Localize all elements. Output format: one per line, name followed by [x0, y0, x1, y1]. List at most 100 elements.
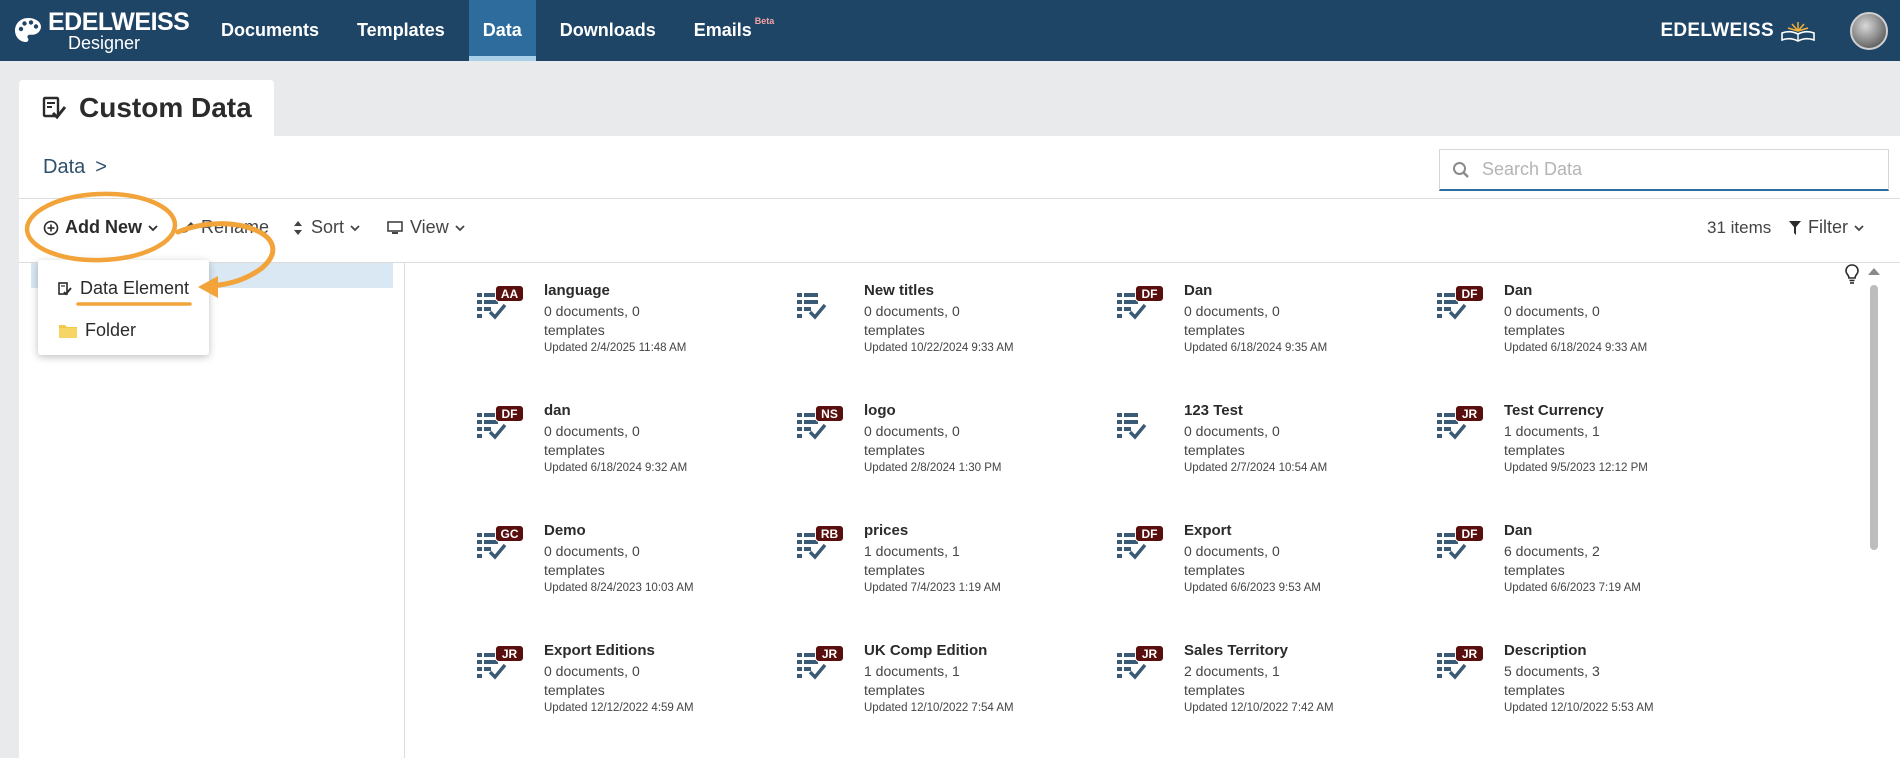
data-item-usage-unit: templates: [1184, 322, 1245, 338]
data-item-usage: 1 documents, 1 templates: [864, 662, 1004, 700]
toolbar: Add New Rename Sort View 31 items Filter: [19, 199, 1900, 262]
breadcrumb: Data >: [43, 156, 107, 179]
filter-button[interactable]: Filter: [1789, 217, 1864, 238]
data-item-usage: 0 documents, 0 templates: [1504, 302, 1644, 340]
data-item-tile[interactable]: New titles 0 documents, 0 templates Updated…: [795, 280, 1095, 370]
data-item-usage-unit: templates: [544, 682, 605, 698]
data-item-name: New titles: [864, 282, 935, 299]
add-new-label: Add New: [65, 217, 143, 237]
data-item-name: Sales Territory: [1184, 642, 1288, 659]
data-item-name: Test Currency: [1504, 402, 1604, 419]
data-item-tile[interactable]: DF Dan 0 documents, 0 templates Updated 6/18…: [1435, 280, 1735, 370]
monitor-icon: [387, 220, 403, 234]
data-item-tile[interactable]: DF Dan 0 documents, 0 templates Updated 6/18…: [1115, 280, 1415, 370]
book-sunrise-icon: [1781, 21, 1815, 42]
data-item-usage: 1 documents, 1 templates: [1504, 422, 1644, 460]
plus-circle-icon: [43, 220, 59, 235]
data-item-usage-counts: 1 documents, 1: [864, 543, 960, 559]
nav-documents[interactable]: Documents: [207, 0, 333, 61]
items-count: 31 items: [1707, 218, 1772, 237]
palette-icon: [15, 17, 41, 42]
data-item-updated: Updated 2/7/2024 10:54 AM: [1184, 462, 1328, 474]
data-item-usage-counts: 2 documents, 1: [1184, 663, 1280, 679]
brand-logo[interactable]: EDELWEISS Designer: [12, 9, 197, 53]
menu-item-label: Data Element: [80, 278, 190, 298]
data-item-updated: Updated 6/18/2024 9:33 AM: [1504, 342, 1648, 354]
owner-badge: JR: [495, 645, 524, 662]
data-item-tile[interactable]: JR Export Editions 0 documents, 0 templates…: [475, 640, 775, 730]
data-item-usage: 5 documents, 3 templates: [1504, 662, 1644, 700]
page-title: Custom Data: [79, 92, 252, 123]
nav-data[interactable]: Data: [468, 0, 536, 61]
owner-badge: JR: [1455, 645, 1484, 662]
chevron-down-icon: [455, 224, 465, 231]
data-item-usage-unit: templates: [1184, 682, 1245, 698]
data-item-usage-unit: templates: [544, 322, 605, 338]
data-item-usage-unit: templates: [1184, 562, 1245, 578]
data-item-usage-counts: 6 documents, 2: [1504, 543, 1600, 559]
data-item-tile[interactable]: JR Test Currency 1 documents, 1 templates Up…: [1435, 400, 1735, 490]
data-item-tile[interactable]: NS logo 0 documents, 0 templates Updated 2/8…: [795, 400, 1095, 490]
nav-templates[interactable]: Templates: [343, 0, 459, 61]
data-item-usage: 0 documents, 0 templates: [1184, 542, 1324, 580]
data-item-usage: 2 documents, 1 templates: [1184, 662, 1324, 700]
owner-badge: RB: [815, 525, 844, 542]
view-button[interactable]: View: [387, 217, 465, 238]
data-item-usage-counts: 0 documents, 0: [864, 423, 960, 439]
search-box[interactable]: [1439, 149, 1889, 191]
scroll-thumb[interactable]: [1870, 285, 1878, 550]
data-item-tile[interactable]: JR Description 5 documents, 3 templates Upda…: [1435, 640, 1735, 730]
owner-badge: GC: [495, 525, 524, 542]
edelweiss-wordmark: EDELWEISS: [1660, 19, 1818, 43]
lightbulb-icon[interactable]: [1843, 263, 1861, 285]
nav-label: Templates: [357, 20, 445, 40]
scrollbar[interactable]: [1866, 268, 1882, 758]
menu-item-data-element[interactable]: Data Element: [58, 278, 189, 299]
chevron-down-icon: [1854, 224, 1864, 231]
sort-label: Sort: [311, 217, 345, 237]
data-item-usage: 0 documents, 0 templates: [544, 542, 684, 580]
filter-icon: [1789, 220, 1801, 235]
data-item-tile[interactable]: JR UK Comp Edition 1 documents, 1 templates…: [795, 640, 1095, 730]
data-item-usage-counts: 0 documents, 0: [544, 423, 640, 439]
data-item-tile[interactable]: AA language 0 documents, 0 templates Updated…: [475, 280, 775, 370]
add-new-dropdown: Data Element Folder: [38, 260, 209, 355]
data-item-name: Export: [1184, 522, 1232, 539]
menu-item-folder[interactable]: Folder: [58, 320, 136, 341]
data-item-tile[interactable]: DF Dan 6 documents, 2 templates Updated 6/6/…: [1435, 520, 1735, 610]
data-item-updated: Updated 7/4/2023 1:19 AM: [864, 582, 1001, 594]
breadcrumb-data[interactable]: Data: [43, 156, 85, 178]
sort-icon: [294, 220, 302, 235]
sort-button[interactable]: Sort: [293, 217, 360, 238]
data-item-name: Demo: [544, 522, 586, 539]
rename-button[interactable]: Rename: [181, 217, 269, 238]
data-item-tile[interactable]: GC Demo 0 documents, 0 templates Updated 8/2…: [475, 520, 775, 610]
data-item-tile[interactable]: JR Sales Territory 2 documents, 1 templates…: [1115, 640, 1415, 730]
data-item-tile[interactable]: 123 Test 0 documents, 0 templates Updated 2…: [1115, 400, 1415, 490]
data-item-name: Dan: [1504, 282, 1533, 299]
data-item-name: UK Comp Edition: [864, 642, 988, 659]
data-item-usage-counts: 0 documents, 0: [864, 303, 960, 319]
data-item-usage: 0 documents, 0 templates: [864, 302, 1004, 340]
data-item-tile[interactable]: DF Export 0 documents, 0 templates Updated 6…: [1115, 520, 1415, 610]
add-new-button[interactable]: Add New: [43, 217, 158, 238]
data-item-name: prices: [864, 522, 909, 539]
data-item-tile[interactable]: RB prices 1 documents, 1 templates Updated 7…: [795, 520, 1095, 610]
rename-label: Rename: [201, 217, 270, 237]
data-item-updated: Updated 2/8/2024 1:30 PM: [864, 462, 1002, 474]
owner-badge: JR: [1455, 405, 1484, 422]
data-item-tile[interactable]: DF dan 0 documents, 0 templates Updated 6/18…: [475, 400, 775, 490]
data-item-usage: 0 documents, 0 templates: [864, 422, 1004, 460]
search-icon: [1453, 161, 1469, 178]
nav-label: Documents: [221, 20, 320, 40]
data-item-updated: Updated 12/10/2022 7:54 AM: [864, 702, 1014, 714]
nav-downloads[interactable]: Downloads: [546, 0, 670, 61]
brand-subtitle: Designer: [68, 32, 141, 53]
data-element-icon: [797, 293, 827, 320]
search-input[interactable]: [1482, 159, 1862, 180]
user-avatar[interactable]: [1850, 11, 1888, 50]
data-item-usage-unit: templates: [544, 442, 605, 458]
nav-emails[interactable]: Emails Beta: [680, 0, 789, 61]
scroll-up-arrow[interactable]: [1868, 268, 1880, 275]
data-item-usage-counts: 1 documents, 1: [864, 663, 960, 679]
